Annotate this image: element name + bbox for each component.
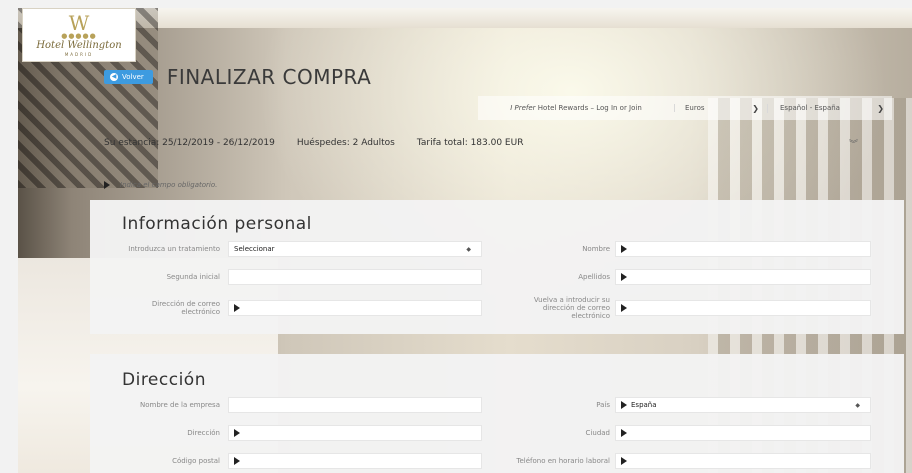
postal-field: Código postal [120,453,482,469]
rewards-link[interactable]: I Prefer Hotel Rewards – Log In or Join [478,104,675,112]
total-rate: Tarifa total: 183.00 EUR [416,138,524,148]
company-field: Nombre de la empresa [120,397,482,413]
logo-name: Hotel Wellington [36,39,122,51]
salutation-label: Introduzca un tratamiento [128,245,220,253]
required-arrow-icon [621,401,627,409]
work-phone-label: Teléfono en horario laboral [516,457,610,465]
street-label: Dirección [187,429,220,437]
company-input[interactable] [228,397,482,413]
required-arrow-icon [621,245,627,253]
address-panel: Dirección Nombre de la empresa País Espa… [90,354,904,473]
street-input[interactable] [228,425,482,441]
salutation-field: Introduzca un tratamiento Seleccionar ◆ [120,241,482,257]
page-title: FINALIZAR COMPRA [166,65,372,89]
street-field: Dirección [120,425,482,441]
middle-initial-field: Segunda inicial [120,269,482,285]
country-label: País [596,401,610,409]
chevron-down-icon: ❯ [752,103,759,113]
work-phone-field: Teléfono en horario laboral [510,453,871,469]
required-arrow-icon [621,457,627,465]
language-label: Español - España [780,103,840,112]
email-input[interactable] [228,300,482,316]
hotel-logo[interactable]: W ●●●●● Hotel Wellington MADRID [22,8,136,62]
required-arrow-icon [234,304,240,312]
middle-initial-input[interactable] [228,269,482,285]
stay-dates: Su estancia: 25/12/2019 - 26/12/2019 [104,138,275,148]
back-circle-icon: ◀ [110,73,118,81]
required-note: Indica el campo obligatorio. [104,181,217,189]
email-confirm-label: Vuelva a introducir su dirección de corr… [533,296,610,320]
work-phone-input[interactable] [615,453,871,469]
title-row: ◀ Volver FINALIZAR COMPRA [104,62,371,92]
first-name-field: Nombre [510,241,871,257]
first-name-label: Nombre [582,245,610,253]
last-name-field: Apellidos [510,269,871,285]
postal-input[interactable] [228,453,482,469]
language-selector[interactable]: Español - España ❯ [768,104,892,113]
double-chevron-down-icon[interactable]: ︾ [849,137,858,150]
postal-label: Código postal [172,457,220,465]
stay-summary: Su estancia: 25/12/2019 - 26/12/2019 Hué… [104,132,892,154]
required-arrow-icon [621,273,627,281]
personal-info-title: Información personal [122,214,312,234]
first-name-input[interactable] [615,241,871,257]
middle-initial-label: Segunda inicial [166,273,220,281]
salutation-value: Seleccionar [234,245,275,253]
required-arrow-icon [234,429,240,437]
salutation-select[interactable]: Seleccionar ◆ [228,241,482,257]
last-name-label: Apellidos [578,273,610,281]
last-name-input[interactable] [615,269,871,285]
logo-city: MADRID [64,51,94,57]
select-indicator-icon: ◆ [855,401,860,409]
country-value: España [631,401,657,409]
required-arrow-icon [621,304,627,312]
required-note-text: Indica el campo obligatorio. [120,181,218,189]
logo-mark: W [68,10,90,35]
select-indicator-icon: ◆ [466,245,471,253]
email-confirm-field: Vuelva a introducir su dirección de corr… [510,296,871,320]
top-links-bar: I Prefer Hotel Rewards – Log In or Join … [478,96,892,120]
guests-count: Huéspedes: 2 Adultos [296,138,395,148]
back-button-label: Volver [122,73,144,81]
address-title: Dirección [122,370,206,390]
required-arrow-icon [234,457,240,465]
city-field: Ciudad [510,425,871,441]
country-field: País España ◆ [510,397,871,413]
email-field: Dirección de correo electrónico [120,300,482,316]
city-input[interactable] [615,425,871,441]
back-button[interactable]: ◀ Volver [104,70,153,84]
required-arrow-icon [621,429,627,437]
email-confirm-input[interactable] [615,300,871,316]
company-label: Nombre de la empresa [139,401,220,409]
city-label: Ciudad [585,429,610,437]
logo-dots: ●●●●● [61,31,97,40]
currency-label: Euros [685,103,705,112]
currency-selector[interactable]: Euros ❯ [675,103,768,113]
personal-info-panel: Información personal Introduzca un trata… [90,200,904,334]
country-select[interactable]: España ◆ [615,397,871,413]
email-label: Dirección de correo electrónico [151,300,220,316]
chevron-down-icon: ❯ [877,103,884,113]
rewards-label: Hotel Rewards – Log In or Join [537,104,642,112]
rewards-prefix: I Prefer [510,104,536,112]
required-arrow-icon [104,181,110,189]
